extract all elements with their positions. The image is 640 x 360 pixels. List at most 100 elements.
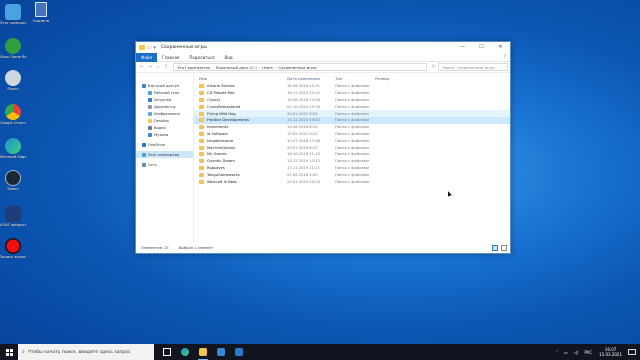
breadcrumb-users[interactable]: Users	[262, 65, 273, 70]
nav-quick-access[interactable]: Быстрый доступ	[136, 82, 193, 89]
star-icon	[142, 83, 146, 88]
file-row[interactable]: My Games 16.10.2016 21:10 Папка с файлами	[194, 151, 510, 158]
desktop-icon-label: Steam	[7, 87, 19, 91]
folder-icon	[199, 91, 204, 96]
file-type: Папка с файлами	[335, 179, 369, 184]
nav-onedrive[interactable]: OneDrive	[136, 141, 193, 148]
file-row[interactable]: Crysis2 19.08.2016 12:06 Папка с файлами	[194, 97, 510, 104]
folder-icon	[199, 97, 204, 102]
tab-home[interactable]: Главная	[157, 53, 184, 62]
column-name[interactable]: Имя	[199, 76, 287, 81]
desktop-icon-steam-a[interactable]: Steam	[0, 70, 26, 104]
tab-view[interactable]: Вид	[219, 53, 237, 62]
taskbar-store[interactable]	[212, 344, 230, 360]
nav-network[interactable]: Сеть	[136, 161, 193, 168]
desktop-icon-chrome[interactable]: Google Chrome	[0, 104, 26, 138]
taskbar-edge[interactable]	[176, 344, 194, 360]
tab-file[interactable]: Файл	[136, 52, 158, 62]
desktop-icon-asus[interactable]: ASUS продукты	[0, 206, 26, 240]
file-row[interactable]: Rpgsaves 17.11.2019 11:11 Папка с файлами	[194, 165, 510, 172]
taskbar-explorer[interactable]	[194, 344, 212, 360]
chevron-up-icon[interactable]: ˄	[556, 350, 558, 355]
status-item-count: Элементов: 15	[141, 246, 169, 250]
file-row[interactable]: MachineGames 25.07.2019 8:23 Папка с файла…	[194, 144, 510, 151]
nav-desktop-folder[interactable]: Desktop	[136, 117, 193, 124]
desktop-icon-edge[interactable]: Microsoft Edge	[0, 138, 26, 172]
volume-icon[interactable]: ◁)	[574, 350, 579, 355]
nav-label: Документы	[154, 104, 176, 109]
mouse-cursor-icon	[446, 190, 452, 197]
desktop-icon-this-pc[interactable]: Этот компьютер	[0, 4, 26, 38]
file-row[interactable]: Frontier Developments 14.12.2020 20:02 Пап…	[194, 116, 510, 124]
nav-downloads[interactable]: Загрузки	[136, 96, 193, 103]
taskbar-mail[interactable]	[230, 344, 248, 360]
tab-share[interactable]: Поделиться	[184, 53, 219, 62]
file-row[interactable]: Quantic Dream 13.12.2019 13:13 Папка с фай…	[194, 158, 510, 165]
nav-music[interactable]: Музыка	[136, 131, 193, 138]
file-row[interactable]: CrysisRemastered 01.10.2020 19:38 Папка с …	[194, 103, 510, 110]
quick-access-toolbar-icon[interactable]: ▭ ▾	[147, 45, 156, 51]
nav-this-pc[interactable]: Этот компьютер	[136, 151, 193, 158]
nav-pictures[interactable]: Изображения	[136, 110, 193, 117]
file-type: Папка с файлами	[335, 138, 369, 143]
network-icon[interactable]: ▭	[564, 350, 568, 355]
chrome-icon	[5, 104, 21, 120]
file-row[interactable]: Flying Wild Hog 20.01.2021 9:04 Папка с фа…	[194, 110, 510, 117]
computer-icon	[142, 152, 146, 157]
recycle-bin[interactable]: Корзина	[30, 2, 52, 30]
breadcrumb-saved-games[interactable]: Сохраненные игры	[278, 65, 316, 70]
up-icon[interactable]: ↑	[162, 64, 170, 70]
nav-video[interactable]: Видео	[136, 124, 193, 131]
help-icon[interactable]: ?	[504, 55, 506, 60]
nav-desktop[interactable]: Рабочий стол	[136, 89, 193, 96]
column-type[interactable]: Тип	[335, 76, 375, 81]
desktop-icon	[148, 90, 152, 95]
breadcrumb-drive[interactable]: Локальный диск (C:)	[216, 65, 257, 70]
video-icon	[148, 125, 152, 130]
column-size[interactable]: Размер	[375, 76, 415, 81]
start-button[interactable]	[0, 344, 18, 360]
file-row[interactable]: id Software 10.02.2021 0:22 Папка с файлам…	[194, 131, 510, 138]
nav-label: Загрузки	[154, 97, 172, 102]
music-icon	[148, 132, 152, 137]
task-view-icon	[163, 348, 171, 356]
file-row[interactable]: Arkane Studios 18.08.2016 20:11 Папка с фа…	[194, 83, 510, 90]
breadcrumb-this-pc[interactable]: Этот компьютер	[177, 65, 210, 70]
desktop-icon-xbox[interactable]: Xbox Game Bar	[0, 38, 26, 72]
file-row[interactable]: TangoGameworks 27.05.2018 4:40 Папка с фай…	[194, 171, 510, 178]
file-date: 16.10.2016 21:10	[287, 152, 320, 157]
notification-icon[interactable]	[628, 349, 636, 355]
refresh-icon[interactable]: ↻	[430, 64, 438, 70]
file-date: 30.07.2018 17:46	[287, 138, 320, 143]
maximize-button[interactable]: ☐	[472, 42, 491, 53]
title-bar[interactable]: ▭ ▾ Сохраненные игры — ☐ ✕	[136, 42, 510, 53]
language-indicator[interactable]: РУС	[584, 350, 592, 355]
file-date: 25.07.2019 8:23	[287, 145, 318, 150]
desktop-icon-steam-b[interactable]: Steam	[0, 170, 26, 204]
back-icon[interactable]: ←	[138, 64, 146, 70]
minimize-button[interactable]: —	[453, 42, 472, 53]
file-row[interactable]: kingdomcome 30.07.2018 17:46 Папка с файла…	[194, 137, 510, 144]
details-view-icon[interactable]	[492, 245, 498, 251]
chevron-down-icon[interactable]: ⌄	[154, 64, 162, 70]
task-view-button[interactable]	[158, 344, 176, 360]
file-type: Папка с файлами	[335, 111, 369, 116]
desktop-icon-recorder[interactable]: Запись экрана	[0, 238, 26, 272]
file-date: 20.01.2021 9:04	[287, 111, 318, 116]
file-name: My Games	[207, 152, 227, 157]
forward-icon[interactable]: →	[146, 64, 154, 70]
taskbar-search[interactable]: ⌕ Чтобы начать поиск, введите здесь запр…	[18, 344, 154, 360]
clock[interactable]: 16:07 15.03.2021	[599, 347, 622, 357]
file-name: CrysisRemastered	[207, 104, 241, 109]
address-bar[interactable]: Этот компьютер › Локальный диск (C:) › U…	[173, 63, 427, 71]
close-button[interactable]: ✕	[491, 42, 510, 53]
nav-documents[interactable]: Документы	[136, 103, 193, 110]
search-input[interactable]: Поиск: Сохраненные игры	[438, 63, 508, 71]
file-row[interactable]: Warcraft III Beta 22.01.2020 20:34 Папка с…	[194, 178, 510, 185]
file-name: CD Projekt Red	[207, 91, 235, 96]
column-date[interactable]: Дата изменения	[287, 76, 335, 81]
file-row[interactable]: homefront2 10.06.2016 8:10 Папка с файлами	[194, 124, 510, 131]
file-row[interactable]: CD Projekt Red 18.12.2020 22:15 Папка с фа…	[194, 90, 510, 97]
desktop-icon-label: Этот компьютер	[0, 21, 26, 25]
large-icons-view-icon[interactable]	[501, 245, 507, 251]
